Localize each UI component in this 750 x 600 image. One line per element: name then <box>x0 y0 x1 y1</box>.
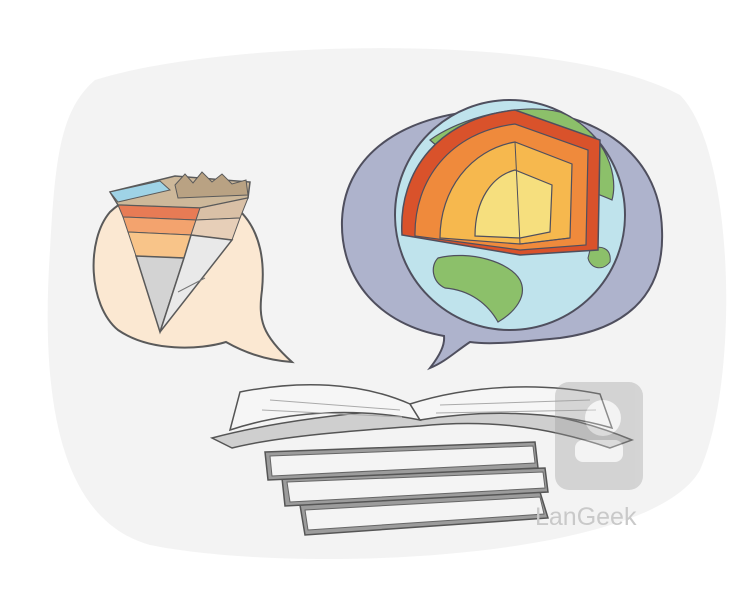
earth-globe <box>394 99 626 331</box>
langeek-logo-icon <box>555 382 643 490</box>
watermark-brand-text: LanGeek <box>535 503 637 531</box>
illustration-scene <box>47 48 727 560</box>
